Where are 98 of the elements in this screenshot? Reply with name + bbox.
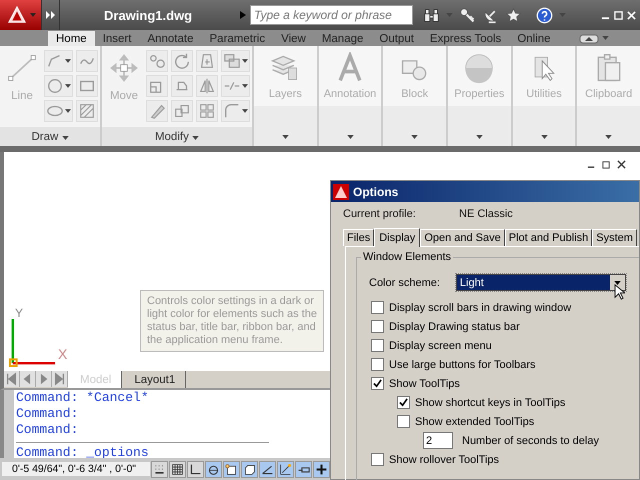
triangle-logo-icon: [333, 184, 349, 200]
status-toggle-button[interactable]: [259, 460, 276, 478]
caret-icon[interactable]: [476, 135, 483, 139]
checkbox-label: Show rollover ToolTips: [389, 454, 500, 466]
tooltip: Controls color settings in a dark or light color for elements such as the status bar, title bar, ribbon bar, and the application menu frame.: [140, 290, 324, 352]
command-history-line: Command: *Cancel*: [16, 390, 149, 406]
search-field[interactable]: Type a keyword or phrase: [250, 5, 413, 25]
status-toggle-button[interactable]: [295, 460, 312, 478]
fillet-icon: [223, 102, 241, 120]
star-icon[interactable]: [505, 6, 522, 24]
ribbon-tab[interactable]: View: [273, 31, 314, 46]
status-toggle-button[interactable]: [313, 460, 330, 478]
mouse-pointer-icon: [614, 284, 625, 300]
hatch-icon: [78, 102, 96, 120]
dialog-tab[interactable]: System: [592, 229, 637, 246]
grid-icon: [198, 102, 216, 120]
command-history-line: Command:: [16, 422, 78, 438]
checkbox-label: Use large buttons for Toolbars: [389, 358, 536, 370]
stack-icon: [223, 52, 241, 70]
triangle-logo-icon: [6, 4, 28, 26]
ribbon-tab[interactable]: Online: [509, 31, 559, 46]
dropdown-caret-icon[interactable]: [242, 84, 248, 88]
mirror-icon: [198, 77, 216, 95]
checkbox-label: Show ToolTips: [389, 378, 460, 390]
ribbon-tab[interactable]: Express Tools: [422, 31, 510, 46]
binoculars-icon[interactable]: [423, 6, 440, 24]
status-toggle-button[interactable]: [277, 460, 294, 478]
profile-label: Current profile:: [343, 208, 417, 220]
dropdown-caret-icon[interactable]: [65, 59, 71, 63]
status-toggle-button[interactable]: [205, 460, 222, 478]
status-toggle-button[interactable]: [169, 460, 186, 478]
coordinate-axes-icon: [8, 319, 58, 367]
dialog-tab[interactable]: Open and Save: [420, 229, 505, 246]
caret-icon[interactable]: [282, 135, 289, 139]
caret-icon[interactable]: [605, 135, 612, 139]
triangle-right-icon[interactable]: [240, 11, 246, 19]
ribbon-minimize-button[interactable]: [578, 34, 599, 44]
panel-title[interactable]: Modify: [102, 127, 252, 146]
grip-handle[interactable]: [4, 390, 14, 458]
checkbox-label: Show shortcut keys in ToolTips: [415, 396, 566, 408]
coordinates-readout: 0'-5 49/64", 0'-6 3/4" , 0'-0": [2, 462, 150, 476]
dropdown-caret-icon[interactable]: [65, 84, 71, 88]
checkbox[interactable]: [371, 339, 384, 352]
restore-icon[interactable]: [602, 160, 611, 169]
boxes-icon: [173, 102, 191, 120]
ribbon-tab[interactable]: Annotate: [139, 31, 202, 46]
ribbon-tab[interactable]: Output: [371, 31, 422, 46]
rotate-icon: [173, 52, 191, 70]
checkbox[interactable]: [371, 301, 384, 314]
group-title: Window Elements: [361, 251, 454, 263]
caret-icon: [30, 13, 36, 17]
caret-icon[interactable]: [346, 135, 354, 139]
ribbon-tab[interactable]: Home: [48, 31, 95, 46]
dialog-tab[interactable]: Display: [374, 228, 420, 247]
ribbon-tab[interactable]: Parametric: [202, 31, 274, 46]
checkbox[interactable]: [397, 415, 410, 428]
field-label: Color scheme:: [369, 276, 440, 288]
circle-icon: [46, 77, 64, 95]
checkbox[interactable]: [371, 320, 384, 333]
checkbox[interactable]: [371, 358, 384, 371]
status-toggle-button[interactable]: [187, 460, 204, 478]
ribbon-tab[interactable]: Manage: [314, 31, 372, 46]
checkbox-label: Show extended ToolTips: [415, 416, 534, 428]
dropdown-caret-icon[interactable]: [242, 109, 248, 113]
profile-name: NE Classic: [459, 208, 513, 220]
window-title: Drawing1.dwg: [104, 8, 194, 22]
circles-icon: [148, 52, 166, 70]
caret-icon[interactable]: [411, 135, 418, 139]
status-toggle-button[interactable]: [223, 460, 240, 478]
checkbox-label: Display scroll bars in drawing window: [389, 302, 572, 314]
number-field[interactable]: 2: [423, 432, 453, 449]
status-toggle-button[interactable]: [151, 460, 168, 478]
caret-icon: [62, 136, 69, 140]
axis-label: X: [58, 347, 68, 361]
close-icon[interactable]: [617, 160, 626, 169]
caret-icon: [192, 136, 200, 140]
application-menu-button[interactable]: [0, 0, 42, 30]
grid-icon: [171, 462, 184, 476]
axis-label: Y: [15, 307, 24, 319]
key-icon[interactable]: [459, 6, 476, 24]
color-scheme-dropdown[interactable]: Light: [456, 274, 626, 291]
ribbon-tab[interactable]: Insert: [94, 31, 140, 46]
checkbox-label: Display Drawing status bar: [389, 320, 520, 332]
checkbox[interactable]: [397, 396, 410, 409]
dropdown-caret-icon[interactable]: [65, 109, 71, 113]
dialog-title: Options: [353, 184, 398, 198]
panel-title[interactable]: Draw: [0, 127, 100, 146]
caret-icon[interactable]: [540, 135, 548, 139]
help-icon[interactable]: [536, 6, 553, 24]
field-label: Number of seconds to delay: [462, 434, 599, 446]
maximize-icon[interactable]: [614, 10, 623, 20]
dialog-tab[interactable]: Plot and Publish: [504, 229, 592, 246]
checkbox-label: Display screen menu: [389, 340, 492, 352]
checkbox[interactable]: [371, 377, 384, 390]
command-history-line: Command:: [16, 406, 78, 422]
dropdown-caret-icon[interactable]: [242, 59, 248, 63]
checkbox[interactable]: [371, 453, 384, 466]
status-toggle-button[interactable]: [241, 460, 258, 478]
